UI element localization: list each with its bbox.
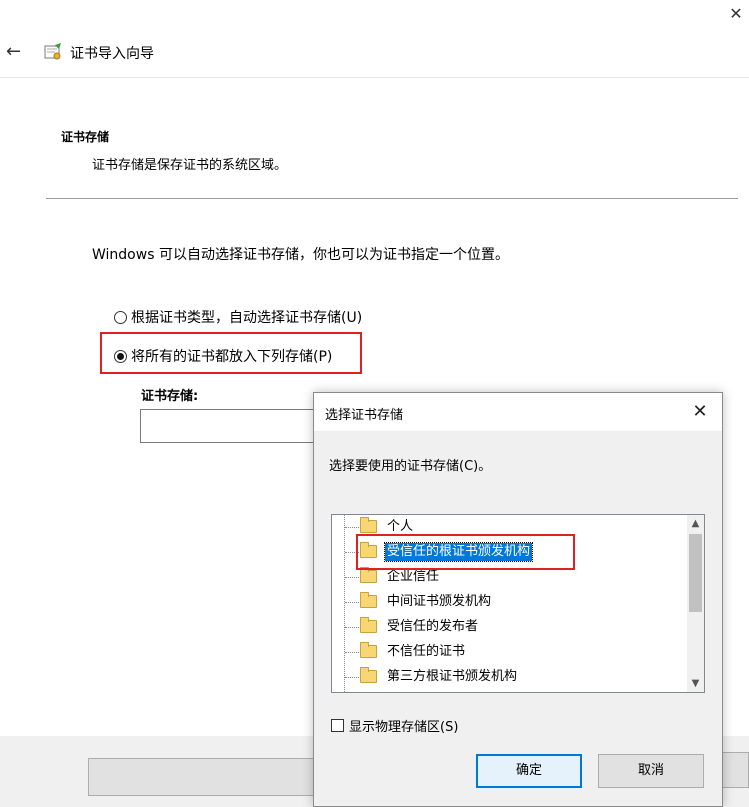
folder-icon [360,667,377,683]
back-arrow-icon[interactable]: ← [6,40,30,64]
tree-connector [345,627,359,628]
folder-icon [360,617,377,633]
close-icon[interactable]: ✕ [724,2,748,26]
radio-auto-select-store[interactable]: 根据证书类型，自动选择证书存储(U) [114,307,362,327]
red-highlight-box [100,332,362,374]
tree-connector [345,602,359,603]
tree-item-label: 受信任的发布者 [387,619,479,634]
show-physical-label: 显示物理存储区(S) [349,720,459,735]
section-description: 证书存储是保存证书的系统区域。 [92,158,288,173]
scroll-up-icon[interactable]: ▲ [687,515,704,532]
section-divider [46,198,738,199]
radio-button[interactable] [114,310,127,324]
intro-text: Windows 可以自动选择证书存储，你也可以为证书指定一个位置。 [92,247,509,263]
red-highlight-box [356,534,575,570]
tree-item-label: 中间证书颁发机构 [387,594,492,609]
tree-item[interactable]: 受信任的发布者 [332,615,672,640]
tree-item[interactable]: 第三方根证书颁发机构 [332,665,672,690]
folder-icon [360,642,377,658]
cancel-button[interactable]: 取消 [598,754,704,788]
footer-button[interactable] [88,758,314,796]
section-title: 证书存储 [61,130,110,144]
tree-connector [345,577,359,578]
ok-button[interactable]: 确定 [476,754,582,788]
scroll-down-icon[interactable]: ▼ [687,675,704,692]
tree-item-label: 企业信任 [387,569,440,584]
footer-button-partial[interactable] [722,752,749,788]
wizard-title: 证书导入向导 [70,46,154,62]
dialog-title: 选择证书存储 [325,408,404,423]
tree-item-label: 第三方根证书颁发机构 [387,669,518,684]
tree-item[interactable]: 中间证书颁发机构 [332,590,672,615]
store-label: 证书存储: [141,389,199,404]
tree-connector [345,677,359,678]
vertical-scrollbar[interactable]: ▲ ▼ [687,515,704,692]
store-input[interactable] [140,409,316,443]
tree-connector [345,527,359,528]
dialog-titlebar: 选择证书存储 ✕ [314,393,722,431]
tree-connector [345,652,359,653]
dialog-prompt: 选择要使用的证书存储(C)。 [329,459,492,474]
folder-icon [360,567,377,583]
folder-icon [360,592,377,608]
scroll-thumb[interactable] [689,534,702,612]
show-physical-stores-checkbox[interactable]: 显示物理存储区(S) [331,716,458,735]
checkbox[interactable] [331,719,344,732]
tree-item[interactable]: 不信任的证书 [332,640,672,665]
folder-icon [360,517,377,533]
close-icon[interactable]: ✕ [686,399,714,425]
radio-auto-label: 根据证书类型，自动选择证书存储(U) [131,310,363,326]
header-divider [0,77,749,78]
certificate-wizard-icon [42,41,64,63]
tree-item-label: 不信任的证书 [387,644,466,659]
select-store-dialog: 选择证书存储 ✕ 选择要使用的证书存储(C)。 个人 受信任的根证书颁发机构 企业信… [313,392,723,807]
